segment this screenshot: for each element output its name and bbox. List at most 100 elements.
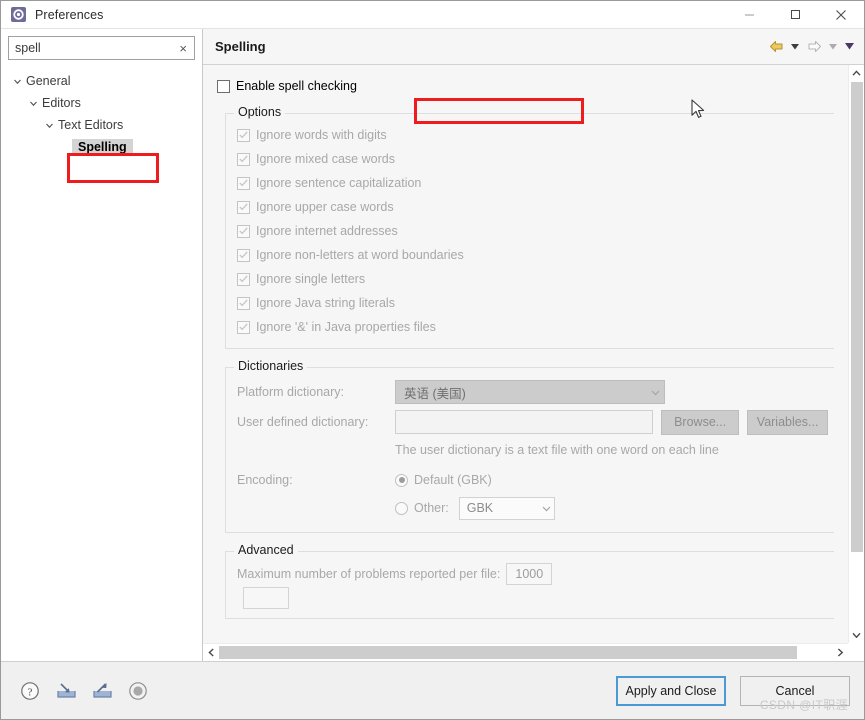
option-checkbox	[237, 272, 250, 286]
search-box[interactable]: ×	[8, 36, 195, 60]
maximize-button[interactable]	[772, 1, 818, 28]
max-problems-input[interactable]: 1000	[506, 563, 553, 585]
option-label: Ignore mixed case words	[256, 152, 395, 166]
encoding-default-row: Encoding: Default (GBK)	[237, 467, 828, 493]
user-dictionary-input[interactable]	[395, 410, 654, 434]
platform-dictionary-value: 英语 (美国)	[404, 386, 466, 401]
page-scroll-area: Enable spell checking Options Ignore wor…	[203, 65, 848, 643]
apply-and-close-button[interactable]: Apply and Close	[616, 675, 726, 706]
vertical-scrollbar[interactable]	[848, 65, 864, 643]
option-row[interactable]: Ignore mixed case words	[237, 147, 828, 171]
option-row[interactable]: Ignore internet addresses	[237, 219, 828, 243]
platform-dictionary-row: Platform dictionary: 英语 (美国)	[237, 377, 828, 407]
page-title: Spelling	[215, 39, 266, 54]
option-row[interactable]: Ignore non-letters at word boundaries	[237, 243, 828, 267]
chevron-down-icon[interactable]	[27, 99, 40, 108]
option-checkbox	[237, 152, 250, 166]
option-label: Ignore Java string literals	[256, 296, 395, 310]
max-problems-row: Maximum number of problems reported per …	[237, 561, 828, 587]
option-row[interactable]: Ignore single letters	[237, 267, 828, 291]
browse-button[interactable]: Browse...	[661, 409, 740, 435]
max-problems-label: Maximum number of problems reported per …	[237, 567, 501, 581]
encoding-other-select[interactable]: GBK	[458, 496, 555, 520]
horizontal-scrollbar[interactable]	[203, 643, 848, 661]
encoding-label: Encoding:	[237, 473, 293, 487]
encoding-other-value: GBK	[466, 501, 494, 515]
options-group-body: Ignore words with digits Ignore mixed ca…	[225, 119, 838, 341]
option-label: Ignore words with digits	[256, 128, 387, 142]
dialog-tool-icons: ?	[19, 680, 616, 702]
variables-button[interactable]: Variables...	[747, 409, 828, 435]
horizontal-scrollbar-row	[203, 643, 864, 661]
platform-dictionary-select[interactable]: 英语 (美国)	[395, 380, 665, 404]
chevron-down-icon	[651, 385, 660, 399]
option-checkbox	[237, 176, 250, 190]
minimize-button[interactable]	[726, 1, 772, 28]
scroll-down-arrow-icon[interactable]	[849, 627, 865, 643]
scrollbar-corner	[848, 643, 864, 661]
chevron-down-icon[interactable]	[11, 77, 24, 86]
option-checkbox	[237, 296, 250, 310]
page-header: Spelling	[203, 29, 864, 65]
record-icon[interactable]	[127, 680, 149, 702]
horizontal-scrollbar-thumb[interactable]	[219, 646, 797, 659]
window-title: Preferences	[35, 7, 104, 22]
dialog-button-bar: ? Apply and Close Cancel CSDN @IT职涯	[1, 661, 864, 719]
export-icon[interactable]	[91, 680, 113, 702]
encoding-default-radio[interactable]	[395, 473, 408, 487]
clear-search-icon[interactable]: ×	[176, 42, 190, 55]
tree-item-label: Text Editors	[58, 118, 124, 132]
page-content: Enable spell checking Options Ignore wor…	[203, 65, 848, 619]
option-row[interactable]: Ignore words with digits	[237, 123, 828, 147]
forward-arrow-icon[interactable]	[804, 36, 824, 58]
option-checkbox	[237, 248, 250, 262]
dictionaries-group-title: Dictionaries	[234, 359, 308, 373]
enable-spell-checking-row[interactable]: Enable spell checking	[217, 73, 838, 99]
option-row[interactable]: Ignore upper case words	[237, 195, 828, 219]
option-checkbox	[237, 224, 250, 238]
scroll-left-arrow-icon[interactable]	[203, 645, 219, 661]
user-dictionary-label: User defined dictionary:	[237, 415, 369, 429]
chevron-down-icon[interactable]	[788, 36, 802, 58]
encoding-other-radio[interactable]	[395, 501, 408, 515]
title-bar: Preferences	[1, 1, 864, 29]
option-row[interactable]: Ignore sentence capitalization	[237, 171, 828, 195]
advanced-group-body: Maximum number of problems reported per …	[225, 557, 838, 611]
option-row[interactable]: Ignore '&' in Java properties files	[237, 315, 828, 339]
option-checkbox	[237, 320, 250, 334]
tree-item-spelling[interactable]: Spelling	[1, 136, 202, 158]
option-label: Ignore non-letters at word boundaries	[256, 248, 464, 262]
encoding-default-label: Default (GBK)	[414, 473, 492, 487]
scroll-right-arrow-icon[interactable]	[832, 645, 848, 661]
scroll-up-arrow-icon[interactable]	[849, 65, 865, 81]
chevron-down-icon	[542, 501, 551, 515]
view-menu-chevron-down-icon[interactable]	[842, 36, 856, 58]
tree-item-label: Editors	[42, 96, 81, 110]
search-input[interactable]	[15, 41, 177, 55]
preference-page-pane: Spelling Enable spell checking Options I…	[203, 29, 864, 661]
preferences-tree: General Editors Text Editors Spelling	[1, 64, 202, 158]
tree-item-general[interactable]: General	[1, 70, 202, 92]
encoding-other-label: Other:	[414, 501, 449, 515]
enable-spell-checking-checkbox[interactable]	[217, 79, 230, 93]
vertical-scrollbar-thumb[interactable]	[850, 82, 863, 552]
close-button[interactable]	[818, 1, 864, 28]
option-label: Ignore single letters	[256, 272, 366, 286]
cancel-button[interactable]: Cancel	[740, 675, 850, 706]
tree-item-editors[interactable]: Editors	[1, 92, 202, 114]
tree-item-label: Spelling	[72, 138, 133, 156]
preferences-dialog: Preferences ×	[0, 0, 865, 720]
advanced-group: Advanced Maximum number of problems repo…	[225, 543, 838, 619]
chevron-down-icon[interactable]	[43, 121, 56, 130]
option-row[interactable]: Ignore Java string literals	[237, 291, 828, 315]
import-icon[interactable]	[55, 680, 77, 702]
option-label: Ignore internet addresses	[256, 224, 398, 238]
user-dictionary-hint: The user dictionary is a text file with …	[395, 443, 719, 457]
chevron-down-icon[interactable]	[826, 36, 840, 58]
options-group-title: Options	[234, 105, 286, 119]
back-arrow-icon[interactable]	[766, 36, 786, 58]
tree-item-label: General	[26, 74, 71, 88]
advanced-clipped-input[interactable]	[243, 587, 289, 609]
help-icon[interactable]: ?	[19, 680, 41, 702]
tree-item-text-editors[interactable]: Text Editors	[1, 114, 202, 136]
